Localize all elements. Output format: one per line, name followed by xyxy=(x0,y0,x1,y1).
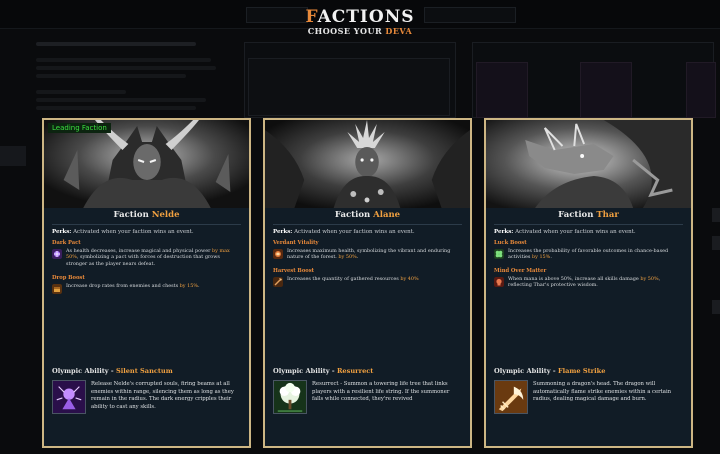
resurrect-icon xyxy=(273,380,307,414)
ability-name: Flame Strike xyxy=(557,367,606,375)
ability-description: Summoning a dragon's head. The dragon wi… xyxy=(533,381,672,403)
verdant-vitality-icon xyxy=(273,249,283,259)
faction-name: Faction Nelde xyxy=(44,210,249,220)
perks-intro: Perks: Activated when your faction wins … xyxy=(52,229,194,235)
title-rest: ACTIONS xyxy=(317,7,415,27)
faction-name-value: Thar xyxy=(596,210,619,220)
perk-description: Increases the probability of favorable o… xyxy=(508,248,669,261)
perk-title: Luck Boost xyxy=(494,240,527,246)
perk-title: Harvest Boost xyxy=(273,268,315,274)
faction-name-prefix: Faction xyxy=(558,210,597,220)
background-side-tab xyxy=(0,146,26,166)
perk-harvest-boost: Harvest Boost Increases the quantity of … xyxy=(273,268,462,287)
harvest-boost-icon xyxy=(273,277,283,287)
perks-text: Activated when your faction wins an even… xyxy=(292,229,415,235)
flame-strike-icon xyxy=(494,380,528,414)
page-subtitle: CHOOSE YOUR DEVA xyxy=(0,26,720,36)
silent-sanctum-icon xyxy=(52,380,86,414)
olympic-ability-heading: Olympic Ability - Flame Strike xyxy=(494,367,605,375)
faction-name-value: Alane xyxy=(373,210,401,220)
ability-name: Resurrect xyxy=(336,367,374,375)
faction-name-prefix: Faction xyxy=(334,210,374,220)
ability-name: Silent Sanctum xyxy=(115,367,173,375)
faction-name: Faction Alane xyxy=(265,210,470,220)
perk-description: Increases the quantity of gathered resou… xyxy=(287,276,419,282)
nelde-portrait xyxy=(44,120,249,208)
thar-portrait xyxy=(486,120,691,208)
faction-name: Faction Thar xyxy=(486,210,691,220)
dark-pact-icon xyxy=(52,249,62,259)
perk-title: Mind Over Matter xyxy=(494,268,547,274)
perk-description: As health decreases, increase magical an… xyxy=(66,248,230,267)
perks-label: Perks: xyxy=(273,229,293,235)
perks-label: Perks: xyxy=(494,229,514,235)
perks-text: Activated when your faction wins an even… xyxy=(71,229,194,235)
drop-boost-icon xyxy=(52,284,62,294)
faction-card-nelde[interactable]: Leading Faction Faction Nelde Perks: Act… xyxy=(42,118,251,448)
perk-drop-boost: Drop Boost Increase drop rates from enem… xyxy=(52,275,241,294)
faction-name-prefix: Faction xyxy=(113,210,152,220)
subtitle-accent: DEVA xyxy=(385,26,413,36)
alane-portrait xyxy=(265,120,470,208)
perk-dark-pact: Dark Pact As health decreases, increase … xyxy=(52,240,241,267)
mind-over-matter-icon xyxy=(494,277,504,287)
perks-text: Activated when your faction wins an even… xyxy=(513,229,636,235)
faction-name-value: Nelde xyxy=(151,210,180,220)
ability-label: Olympic Ability - xyxy=(494,367,558,375)
perks-intro: Perks: Activated when your faction wins … xyxy=(494,229,636,235)
perks-label: Perks: xyxy=(52,229,72,235)
ability-description: Resurrect - Summon a towering life tree … xyxy=(312,381,450,403)
ability-description: Release Nelde's corrupted souls, firing … xyxy=(91,381,234,410)
perk-verdant-vitality: Verdant Vitality Increases maximum healt… xyxy=(273,240,462,260)
perk-title: Verdant Vitality xyxy=(273,240,319,246)
faction-card-alane[interactable]: Faction Alane Perks: Activated when your… xyxy=(263,118,472,448)
ability-label: Olympic Ability - xyxy=(273,367,337,375)
card-divider xyxy=(52,224,241,225)
perk-title: Drop Boost xyxy=(52,275,85,281)
perk-description: Increase drop rates from enemies and che… xyxy=(66,283,200,289)
luck-boost-icon xyxy=(494,249,504,259)
perk-mind-over-matter: Mind Over Matter When mana is above 50%,… xyxy=(494,268,683,288)
ability-label: Olympic Ability - xyxy=(52,367,116,375)
olympic-ability-heading: Olympic Ability - Silent Sanctum xyxy=(52,367,173,375)
perk-description: Increases maximum health, symbolizing th… xyxy=(287,248,451,261)
perk-luck-boost: Luck Boost Increases the probability of … xyxy=(494,240,683,260)
leading-faction-badge: Leading Faction xyxy=(48,123,111,133)
card-divider xyxy=(494,224,683,225)
perks-intro: Perks: Activated when your faction wins … xyxy=(273,229,415,235)
perk-title: Dark Pact xyxy=(52,240,81,246)
subtitle-prefix: CHOOSE YOUR xyxy=(307,26,386,36)
title-first-letter: F xyxy=(305,7,318,27)
page-title: FACTIONS xyxy=(0,7,720,27)
faction-card-thar[interactable]: Faction Thar Perks: Activated when your … xyxy=(484,118,693,448)
card-divider xyxy=(273,224,462,225)
olympic-ability-heading: Olympic Ability - Resurrect xyxy=(273,367,373,375)
perk-description: When mana is above 50%, increase all ski… xyxy=(508,276,661,289)
